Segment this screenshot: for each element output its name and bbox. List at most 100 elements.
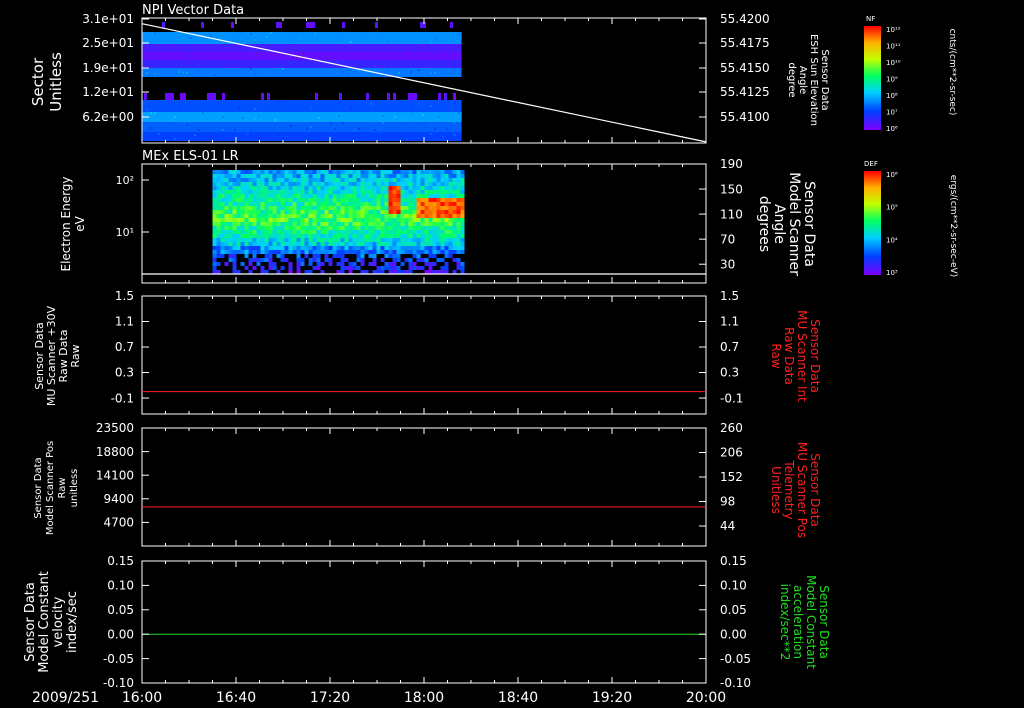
panel-2-cell-1401: [448, 174, 453, 178]
panel-2-cell-218: [248, 202, 253, 206]
panel-2-cell-277: [256, 246, 261, 250]
panel-2-cell-374: [272, 250, 277, 254]
panel-5-y2tick-label-4: -0.05: [720, 652, 751, 666]
panel-2-cell-874: [360, 182, 365, 186]
panel-1-y2-label-line-3: Angle: [797, 66, 808, 94]
panel-2-cell-159: [236, 234, 241, 238]
panel-2-cell-272: [256, 226, 261, 230]
panel-5-ytick-label-3: 0.00: [107, 627, 134, 641]
panel-2-cell-432: [284, 202, 289, 206]
panel-2-cell-408: [280, 202, 285, 206]
panel-1-colorbar-tick-3: 10⁹: [886, 76, 898, 84]
panel-2-cell-1450: [456, 190, 461, 194]
panel-2-cell-1256: [424, 174, 429, 178]
panel-2-cell-1147: [404, 214, 409, 218]
panel-1-cell-105: [382, 65, 384, 67]
panel-2-cell-1310: [432, 194, 437, 198]
panel-2-cell-540: [304, 170, 309, 174]
panel-2-cell-327: [264, 258, 269, 262]
panel-2-cell-1074: [392, 218, 397, 222]
panel-2-cell-905: [364, 206, 369, 210]
panel-2-cell-521: [300, 186, 305, 190]
panel-2-cell-987: [376, 266, 381, 270]
panel-2-cell-1019: [384, 194, 389, 198]
panel-1-cell-243: [430, 125, 432, 127]
panel-2-y2tick-label-1: 150: [720, 182, 743, 196]
panel-2-cell-748: [336, 254, 341, 258]
panel-2-cell-333: [268, 186, 273, 190]
panel-2-cell-146: [236, 182, 241, 186]
panel-1-cell-263: [322, 137, 324, 139]
panel-2-cell-1369: [440, 242, 445, 246]
panel-2-cell-1466: [456, 258, 461, 262]
panel-2-cell-800: [348, 170, 353, 174]
panel-2-cell-1232: [420, 170, 425, 174]
panel-2-cell-1238: [420, 194, 425, 198]
panel-4-y2tick-label-3: 98: [720, 495, 735, 509]
panel-2-cell-877: [360, 194, 365, 198]
panel-2-cell-1443: [452, 258, 457, 262]
panel-2-cell-1234: [420, 178, 425, 182]
panel-1-cell-142: [144, 93, 147, 100]
panel-1-cell-89: [178, 64, 180, 66]
panel-1-heatmap: [142, 22, 462, 141]
panel-2-cell-1290: [428, 214, 433, 218]
panel-2-cell-622: [316, 214, 321, 218]
panel-1-cell-98: [286, 60, 288, 62]
panel-2-cell-827: [352, 182, 357, 186]
panel-2-cell-1263: [424, 202, 429, 206]
panel-2-cell-618: [316, 198, 321, 202]
panel-2-cell-598: [312, 214, 317, 218]
panel-1-cell-43: [178, 46, 180, 48]
panel-2-cell-311: [264, 194, 269, 198]
panel-2-cell-462: [288, 234, 293, 238]
panel-2-cell-1335: [436, 198, 441, 202]
panel-2-cell-903: [364, 198, 369, 202]
panel-2-cell-168: [240, 182, 245, 186]
panel-2-cell-1212: [416, 186, 421, 190]
panel-2-cell-990: [380, 174, 385, 178]
panel-1-cell-225: [234, 129, 236, 131]
panel-2-cell-1426: [452, 186, 457, 190]
panel-3-y2tick-label-1: 1.1: [720, 315, 739, 329]
panel-2-cell-365: [272, 214, 277, 218]
panel-2-cell-337: [268, 202, 273, 206]
panel-2-cell-805: [348, 190, 353, 194]
panel-2-cell-866: [356, 246, 361, 250]
panel-2-cell-787: [344, 210, 349, 214]
panel-2-cell-174: [240, 206, 245, 210]
panel-2-cell-136: [232, 246, 237, 250]
panel-2-cell-1110: [396, 258, 401, 262]
panel-1-cell-227: [250, 129, 252, 131]
panel-2-cell-1009: [380, 250, 385, 254]
panel-2-cell-763: [340, 218, 345, 222]
panel-2-cell-1316: [432, 218, 437, 222]
panel-2-cell-8: [212, 202, 217, 206]
panel-2-cell-560: [304, 250, 309, 254]
panel-2-cell-1146: [404, 210, 409, 214]
panel-1-cell-123: [282, 68, 284, 70]
panel-2-cell-493: [296, 178, 301, 182]
panel-2-cell-39: [216, 222, 221, 226]
panel-2-cell-611: [316, 170, 321, 174]
panel-2-cell-771: [340, 250, 345, 254]
panel-2-cell-557: [304, 238, 309, 242]
panel-1-cell-200: [274, 119, 276, 121]
panel-2-cell-1403: [448, 182, 453, 186]
panel-2-cell-612: [316, 174, 321, 178]
panel-2-cell-681: [324, 258, 329, 262]
panel-2-cell-504: [296, 222, 301, 226]
panel-1-cell-57: [406, 48, 408, 50]
panel-2-cell-1105: [396, 238, 401, 242]
panel-2-cell-1016: [384, 182, 389, 186]
panel-2-cell-79: [224, 198, 229, 202]
panel-2-cell-1473: [460, 186, 465, 190]
panel-2-cell-675: [324, 234, 329, 238]
panel-2-cell-739: [336, 218, 341, 222]
panel-2-cell-104: [228, 210, 233, 214]
panel-4-y2-label-line-4: Unitless: [769, 466, 783, 514]
panel-2-cell-1293: [428, 226, 433, 230]
panel-2-cell-1482: [460, 222, 465, 226]
panel-1-cell-141: [454, 68, 456, 70]
panel-1-cell-69: [190, 55, 192, 57]
